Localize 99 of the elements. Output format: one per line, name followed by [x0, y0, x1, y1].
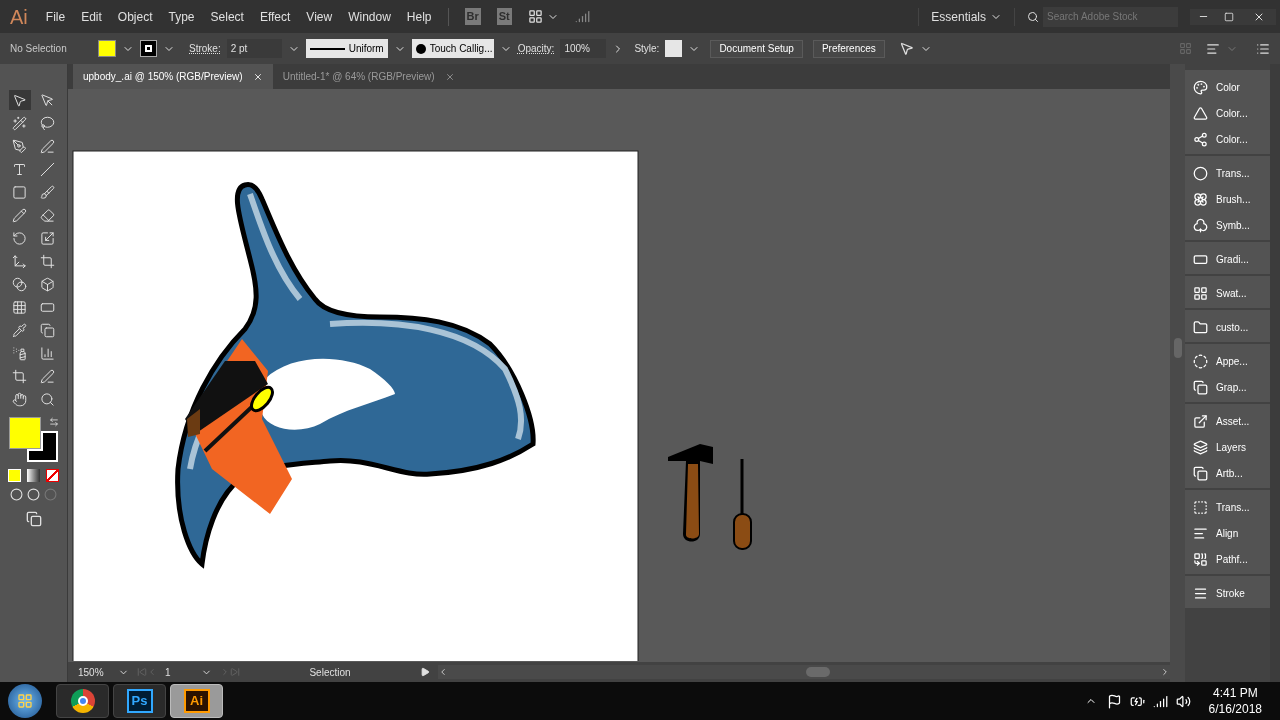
variable-width-dropdown[interactable]: Uniform: [305, 39, 388, 58]
panel-button[interactable]: Trans...: [1185, 160, 1270, 186]
menu-item[interactable]: Help: [398, 7, 440, 26]
zoom-field[interactable]: 150%: [78, 664, 118, 680]
tab-title: upbody_.ai @ 150% (RGB/Preview): [83, 70, 243, 84]
menu-item[interactable]: Select: [202, 7, 252, 26]
speaker-icon[interactable]: [1175, 693, 1191, 709]
gradient-mode-button[interactable]: [27, 469, 40, 482]
style-swatch[interactable]: [665, 40, 683, 57]
current-tool-label: Selection: [308, 665, 352, 680]
panel-button[interactable]: Grap...: [1185, 374, 1270, 400]
clock-time: 4:41 PM: [1212, 685, 1258, 701]
menu-item[interactable]: Object: [109, 7, 161, 26]
triangle-icon: [1193, 105, 1208, 121]
draw-behind-icon[interactable]: [27, 488, 40, 501]
search-field[interactable]: Search Adobe Stock: [1043, 6, 1178, 27]
screen-mode-icon[interactable]: [25, 511, 42, 527]
panel-button[interactable]: Brush...: [1185, 186, 1270, 212]
none-mode-button[interactable]: [46, 469, 59, 482]
taskbar-app[interactable]: Ai: [170, 684, 223, 718]
taskbar-app[interactable]: [56, 684, 109, 718]
panel-button[interactable]: Color...: [1185, 100, 1270, 126]
select-similar-icon[interactable]: [898, 41, 914, 56]
panel-button[interactable]: Appe...: [1185, 348, 1270, 374]
stroke-label: Stroke:: [189, 42, 221, 56]
layers-icon: [1193, 439, 1208, 455]
align-icon: [1193, 525, 1208, 541]
workspace-switcher[interactable]: Essentials: [918, 7, 1015, 26]
brush-jar-icon: [1193, 191, 1208, 207]
start-button[interactable]: [8, 684, 42, 718]
swatches-icon: [1193, 285, 1208, 301]
opacity-label: Opacity:: [517, 42, 555, 56]
folder-icon: [1193, 319, 1208, 335]
browser-logo-icon: [70, 689, 95, 713]
panel-button[interactable]: Asset...: [1185, 408, 1270, 434]
app-logo: Ai: [9, 4, 29, 30]
menu-item[interactable]: Window: [340, 7, 399, 26]
align-options-icon[interactable]: [1206, 41, 1220, 56]
menu-item[interactable]: Edit: [73, 7, 110, 26]
scroll-left-icon[interactable]: [438, 667, 448, 677]
stroke-lines-icon: [1193, 585, 1208, 601]
horizontal-scrollbar[interactable]: [438, 665, 1170, 679]
menu-item[interactable]: Effect: [251, 7, 299, 26]
flag-icon[interactable]: [1106, 693, 1122, 709]
toolbar-button[interactable]: Document Setup: [710, 39, 803, 58]
arrange-documents-icon[interactable]: [527, 9, 543, 24]
color-guide-icon: [1193, 131, 1208, 147]
stroke-color-box[interactable]: [26, 431, 58, 462]
search-icon: [1027, 10, 1039, 23]
close-tab-icon[interactable]: [252, 71, 263, 82]
signal-icon[interactable]: [1152, 693, 1168, 709]
menu-item[interactable]: Type: [160, 7, 203, 26]
dashed-circle-icon: [1193, 353, 1208, 369]
stroke-weight-field[interactable]: 2 pt: [226, 39, 282, 58]
color-mode-button[interactable]: [8, 469, 21, 482]
panel-button[interactable]: Trans...: [1185, 494, 1270, 520]
clock-date: 6/16/2018: [1208, 701, 1262, 717]
clock[interactable]: 4:41 PM 6/16/2018: [1208, 685, 1262, 717]
panel-button[interactable]: Color: [1185, 74, 1270, 100]
taskbar-app[interactable]: Ps: [113, 684, 166, 718]
toolbar-button[interactable]: Preferences: [812, 39, 885, 58]
draw-normal-icon[interactable]: [10, 488, 23, 501]
scroll-right-icon[interactable]: [1160, 667, 1170, 677]
maximize-icon: [1224, 11, 1234, 22]
fill-swatch[interactable]: [98, 40, 116, 57]
gpu-performance-icon[interactable]: [574, 9, 590, 24]
close-tab-icon[interactable]: [444, 71, 455, 82]
pathfinder-icon: [1193, 551, 1208, 567]
panel-menu-icon[interactable]: [1256, 41, 1270, 56]
windows-logo-icon: [17, 693, 33, 709]
close-button[interactable]: [1242, 8, 1276, 25]
brush-dropdown[interactable]: Touch Callig...: [411, 39, 494, 58]
menu-item[interactable]: File: [37, 7, 74, 26]
club-icon: [1193, 217, 1208, 233]
export-icon: [1193, 413, 1208, 429]
style-label: Style:: [634, 42, 660, 56]
graphic-styles-icon: [1193, 379, 1208, 395]
panel-button[interactable]: Color...: [1185, 126, 1270, 152]
panel-button[interactable]: Artb...: [1185, 460, 1270, 486]
stroke-swatch[interactable]: [140, 40, 157, 57]
scroll-thumb[interactable]: [806, 667, 830, 677]
panel-button[interactable]: Symb...: [1185, 212, 1270, 238]
palette-icon: [1193, 79, 1208, 95]
play-icon[interactable]: [420, 667, 430, 677]
panel-button[interactable]: Pathf...: [1185, 546, 1270, 572]
document-tab[interactable]: upbody_.ai @ 150% (RGB/Preview): [73, 64, 273, 89]
opacity-field[interactable]: 100%: [560, 39, 607, 58]
fill-color-box[interactable]: [8, 417, 41, 449]
artboards-icon: [1193, 465, 1208, 481]
menu-item[interactable]: View: [298, 7, 341, 26]
tab-title: Untitled-1* @ 64% (RGB/Preview): [282, 70, 435, 84]
transform-icon: [1193, 499, 1208, 515]
swap-icon[interactable]: [48, 417, 59, 427]
scroll-thumb[interactable]: [1173, 338, 1182, 358]
artboard-field[interactable]: 1: [165, 664, 201, 680]
selection-status: No Selection: [10, 42, 68, 56]
circles-icon: [1193, 165, 1208, 181]
panel-button[interactable]: Align: [1185, 520, 1270, 546]
panel-button[interactable]: Layers: [1185, 434, 1270, 460]
